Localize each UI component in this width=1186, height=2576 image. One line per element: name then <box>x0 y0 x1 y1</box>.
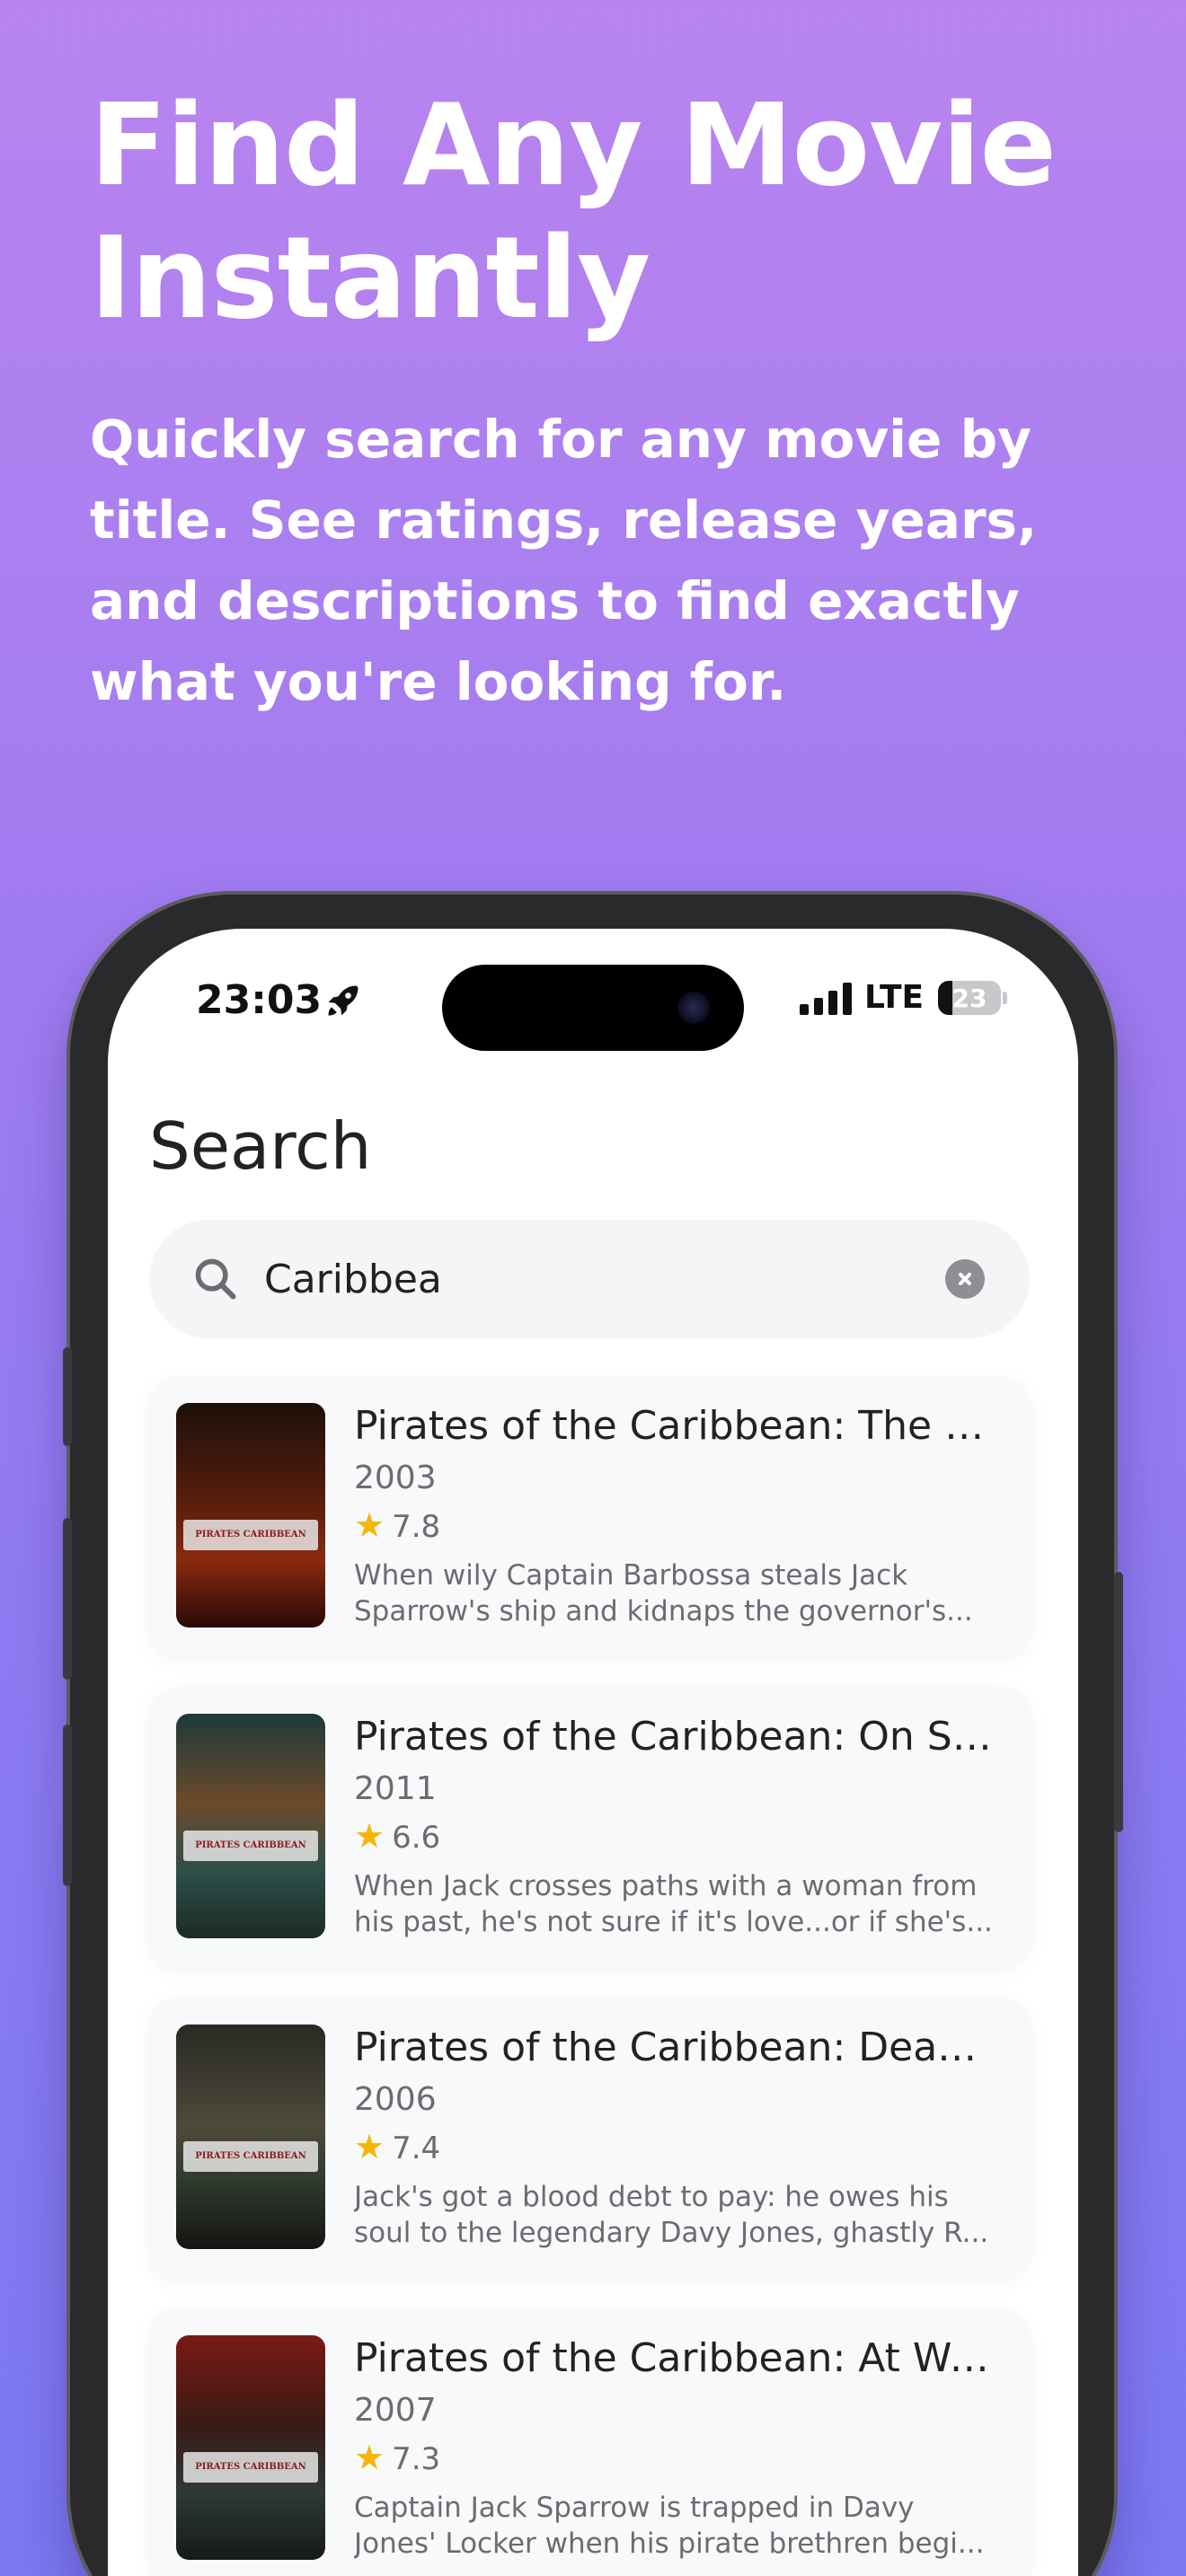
search-icon <box>195 1258 236 1300</box>
cellular-signal-icon <box>800 983 852 1015</box>
star-icon: ★ <box>354 2438 385 2477</box>
battery-level: 23 <box>951 984 987 1013</box>
search-bar[interactable] <box>149 1220 1030 1338</box>
movie-rating: ★ 7.4 <box>354 2123 1001 2172</box>
movie-rating: ★ 6.6 <box>354 1813 1001 1861</box>
hero-title: Find Any Movie Instantly <box>90 79 1057 344</box>
hero-subtitle: Quickly search for any movie by title. S… <box>90 409 1038 712</box>
movie-year: 2007 <box>354 2392 437 2429</box>
battery-tip <box>1003 992 1007 1004</box>
poster-logo: PIRATES CARIBBEAN <box>183 2452 318 2483</box>
volume-up-button <box>63 1518 72 1680</box>
poster-logo: PIRATES CARIBBEAN <box>183 1520 318 1550</box>
page-title: Search <box>149 1108 372 1184</box>
movie-rating: ★ 7.8 <box>354 1502 1001 1550</box>
camera-icon <box>677 992 710 1024</box>
rocket-icon <box>328 985 358 1016</box>
star-icon: ★ <box>354 1505 385 1545</box>
app-screen: 23:03 LTE 23 Search Caribbea PIRATES CAR… <box>108 929 1078 2576</box>
movie-poster: PIRATES CARIBBEAN <box>176 1714 325 1938</box>
status-bar: 23:03 LTE 23 <box>108 929 1078 1072</box>
rating-value: 7.4 <box>392 2130 441 2166</box>
battery-icon: 23 <box>938 981 1001 1015</box>
list-item[interactable]: PIRATES CARIBBEAN Pirates of the Caribbe… <box>149 1998 1030 2276</box>
movie-description: When wily Captain Barbossa steals Jack S… <box>354 1559 973 1628</box>
movie-title: Pirates of the Caribbean: Dead Ma... <box>354 2025 1001 2070</box>
rating-value: 7.3 <box>392 2441 441 2477</box>
movie-year: 2006 <box>354 2081 437 2118</box>
star-icon: ★ <box>354 1816 385 1856</box>
movie-title: Pirates of the Caribbean: The Cur... <box>354 1403 1001 1449</box>
poster-logo: PIRATES CARIBBEAN <box>183 1831 318 1861</box>
movie-poster: PIRATES CARIBBEAN <box>176 2025 325 2249</box>
status-time: 23:03 <box>196 977 323 1023</box>
network-type: LTE <box>864 979 925 1016</box>
poster-logo: PIRATES CARIBBEAN <box>183 2141 318 2172</box>
rating-value: 7.8 <box>392 1509 441 1545</box>
volume-down-button <box>63 1725 72 1886</box>
movie-year: 2011 <box>354 1770 437 1807</box>
movie-poster: PIRATES CARIBBEAN <box>176 2335 325 2560</box>
movie-rating: ★ 7.3 <box>354 2434 1001 2483</box>
dynamic-island <box>442 965 744 1051</box>
movie-poster: PIRATES CARIBBEAN <box>176 1403 325 1628</box>
results-list: PIRATES CARIBBEAN Pirates of the Caribbe… <box>149 1376 1030 2576</box>
list-item[interactable]: PIRATES CARIBBEAN Pirates of the Caribbe… <box>149 1687 1030 1965</box>
clear-icon[interactable] <box>945 1259 985 1299</box>
power-button <box>1114 1572 1123 1832</box>
list-item[interactable]: PIRATES CARIBBEAN Pirates of the Caribbe… <box>149 2308 1030 2576</box>
movie-title: Pirates of the Caribbean: At World... <box>354 2335 1001 2381</box>
star-icon: ★ <box>354 2127 385 2166</box>
action-button <box>63 1347 72 1446</box>
movie-title: Pirates of the Caribbean: On Stran... <box>354 1714 1001 1760</box>
movie-description: Jack's got a blood debt to pay: he owes … <box>354 2181 989 2249</box>
movie-description: Captain Jack Sparrow is trapped in Davy … <box>354 2492 985 2560</box>
rating-value: 6.6 <box>392 1820 441 1856</box>
search-input[interactable] <box>264 1250 947 1308</box>
movie-description: When Jack crosses paths with a woman fro… <box>354 1870 993 1938</box>
movie-year: 2003 <box>354 1460 437 1496</box>
list-item[interactable]: PIRATES CARIBBEAN Pirates of the Caribbe… <box>149 1376 1030 1654</box>
